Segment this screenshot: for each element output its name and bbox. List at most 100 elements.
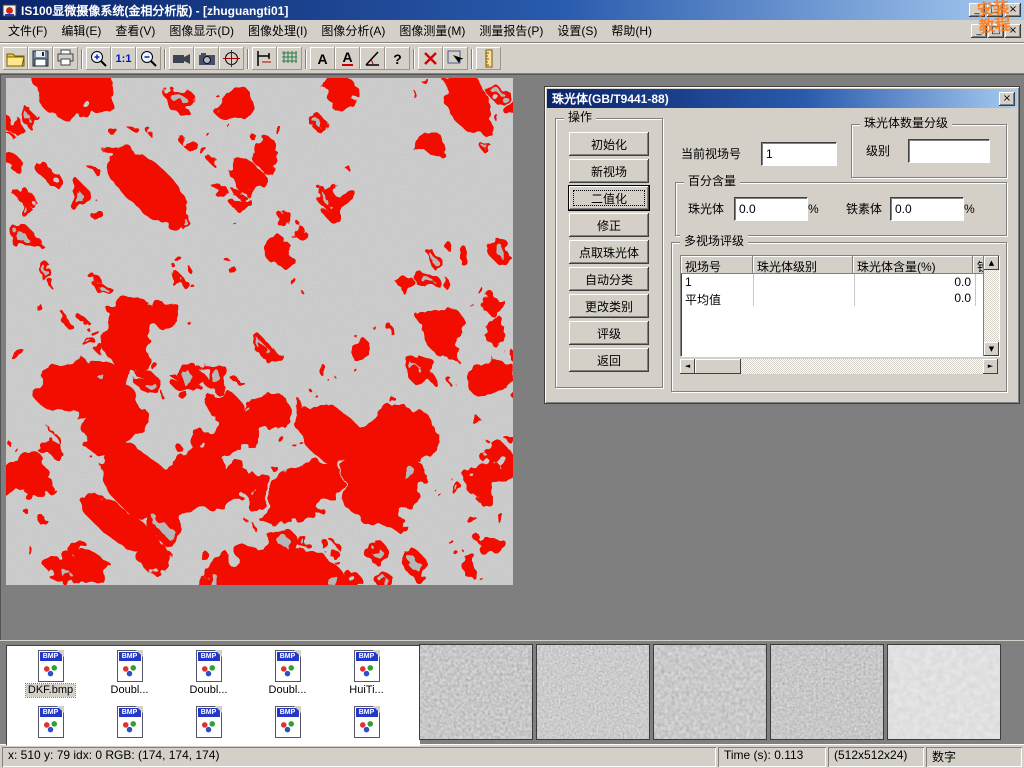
file-item[interactable]: BMPDoubl... bbox=[90, 650, 169, 697]
pointer-grid-button[interactable] bbox=[443, 47, 468, 70]
text-style-button[interactable]: A bbox=[335, 47, 360, 70]
help-icon: ? bbox=[393, 51, 402, 67]
menu-measure-report[interactable]: 测量报告(P) bbox=[472, 20, 550, 42]
mdi-restore-button[interactable]: □ bbox=[988, 24, 1004, 38]
table-header-4[interactable]: 铁素体含量(%) bbox=[973, 256, 983, 274]
op-button-4[interactable]: 修正 bbox=[569, 213, 649, 237]
delete-annotation-button[interactable] bbox=[418, 47, 443, 70]
menu-bar: 文件(F)编辑(E)查看(V)图像显示(D)图像处理(I)图像分析(A)图像测量… bbox=[0, 20, 1024, 43]
status-mode: 数字 bbox=[926, 747, 1022, 767]
camera-button[interactable] bbox=[194, 47, 219, 70]
save-button[interactable] bbox=[28, 47, 53, 70]
scroll-down-button[interactable]: ▼ bbox=[984, 342, 999, 356]
file-label: DKF.bmp bbox=[26, 684, 75, 697]
scroll-up-button[interactable]: ▲ bbox=[984, 256, 999, 270]
file-label: HuiTi... bbox=[347, 684, 385, 697]
op-button-1[interactable]: 初始化 bbox=[569, 132, 649, 156]
maximize-button[interactable]: □ bbox=[987, 3, 1003, 17]
file-item-partial[interactable]: BMP bbox=[327, 706, 406, 738]
minimize-button[interactable]: _ bbox=[969, 3, 985, 17]
open-button[interactable] bbox=[3, 47, 28, 70]
bmp-file-icon: BMP bbox=[38, 650, 64, 682]
bmp-file-icon: BMP bbox=[275, 706, 301, 738]
scrollbar-thumb[interactable] bbox=[695, 359, 741, 374]
table-vertical-scrollbar[interactable]: ▲ ▼ bbox=[983, 256, 999, 356]
image-preview-dots bbox=[42, 720, 59, 733]
scroll-right-button[interactable]: ► bbox=[983, 359, 998, 374]
mdi-minimize-button[interactable]: _ bbox=[971, 24, 987, 38]
file-item-partial[interactable]: BMP bbox=[11, 706, 90, 738]
ferrite-percent-field[interactable] bbox=[890, 197, 964, 221]
actual-size-button[interactable]: 1:1 bbox=[111, 47, 136, 70]
dialog-close-button[interactable]: × bbox=[999, 92, 1015, 106]
angle-measure-button[interactable] bbox=[360, 47, 385, 70]
table-header-2[interactable]: 珠光体级别 bbox=[753, 256, 853, 274]
toolbar-separator bbox=[81, 49, 83, 69]
menu-view[interactable]: 查看(V) bbox=[108, 20, 162, 42]
file-list[interactable]: BMPDKF.bmpBMPDoubl...BMPDoubl...BMPDoubl… bbox=[6, 645, 420, 746]
bmp-file-icon: BMP bbox=[196, 706, 222, 738]
image-thumbnail[interactable] bbox=[420, 645, 532, 739]
print-button[interactable] bbox=[53, 47, 78, 70]
mdi-close-button[interactable]: × bbox=[1005, 24, 1021, 38]
pointer-icon bbox=[445, 48, 466, 69]
measure-grid-button[interactable] bbox=[277, 47, 302, 70]
thumbnail-strip bbox=[420, 645, 1000, 739]
image-thumbnail[interactable] bbox=[537, 645, 649, 739]
close-button[interactable]: × bbox=[1005, 3, 1021, 17]
image-thumbnail[interactable] bbox=[654, 645, 766, 739]
op-button-7[interactable]: 更改类别 bbox=[569, 294, 649, 318]
op-button-3[interactable]: 二值化 bbox=[569, 186, 649, 210]
menu-image-process[interactable]: 图像处理(I) bbox=[241, 20, 314, 42]
menu-file[interactable]: 文件(F) bbox=[1, 20, 54, 42]
text-annotate-button[interactable]: A bbox=[310, 47, 335, 70]
image-thumbnail[interactable] bbox=[888, 645, 1000, 739]
dialog-title-bar[interactable]: 珠光体(GB/T9441-88) × bbox=[547, 89, 1017, 108]
file-item-partial[interactable]: BMP bbox=[90, 706, 169, 738]
table-header-3[interactable]: 珠光体含量(%) bbox=[853, 256, 973, 274]
file-item[interactable]: BMPHuiTi... bbox=[327, 650, 406, 697]
op-button-6[interactable]: 自动分类 bbox=[569, 267, 649, 291]
op-button-9[interactable]: 返回 bbox=[569, 348, 649, 372]
measure-caliper-button[interactable] bbox=[252, 47, 277, 70]
status-image-size: (512x512x24) bbox=[828, 747, 924, 767]
file-item-partial[interactable]: BMP bbox=[248, 706, 327, 738]
video-capture-button[interactable] bbox=[169, 47, 194, 70]
page-fold bbox=[215, 650, 222, 657]
scrollbar-track[interactable] bbox=[741, 359, 983, 374]
op-button-2[interactable]: 新视场 bbox=[569, 159, 649, 183]
help-button[interactable]: ? bbox=[385, 47, 410, 70]
file-item[interactable]: BMPDoubl... bbox=[169, 650, 248, 697]
table-header-1[interactable]: 视场号 bbox=[681, 256, 753, 274]
scroll-left-button[interactable]: ◄ bbox=[680, 359, 695, 374]
menu-image-display[interactable]: 图像显示(D) bbox=[162, 20, 241, 42]
toolbar: 1:1 AA? bbox=[0, 43, 1024, 74]
menu-image-measure[interactable]: 图像测量(M) bbox=[392, 20, 472, 42]
menu-help[interactable]: 帮助(H) bbox=[604, 20, 659, 42]
file-item[interactable]: BMPDoubl... bbox=[248, 650, 327, 697]
menu-edit[interactable]: 编辑(E) bbox=[54, 20, 108, 42]
grade-level-field[interactable] bbox=[908, 139, 990, 163]
table-cell bbox=[754, 274, 855, 290]
camera-icon bbox=[196, 48, 217, 69]
op-button-5[interactable]: 点取珠光体 bbox=[569, 240, 649, 264]
zoom-out-button[interactable] bbox=[136, 47, 161, 70]
table-row[interactable]: 平均值0.0 bbox=[681, 290, 983, 306]
current-view-field[interactable] bbox=[761, 142, 837, 166]
printer-icon bbox=[55, 48, 76, 69]
image-thumbnail[interactable] bbox=[771, 645, 883, 739]
table-horizontal-scrollbar[interactable]: ◄ ► bbox=[680, 359, 998, 374]
metallograph-image[interactable] bbox=[6, 78, 513, 585]
file-list-row2: BMPBMPBMPBMPBMP bbox=[11, 706, 419, 738]
pearlite-percent-field[interactable] bbox=[734, 197, 808, 221]
file-item[interactable]: BMP DKF.bmp bbox=[11, 650, 90, 697]
op-button-8[interactable]: 评级 bbox=[569, 321, 649, 345]
table-row[interactable]: 10.0 bbox=[681, 274, 983, 290]
menu-image-analysis[interactable]: 图像分析(A) bbox=[314, 20, 392, 42]
menu-settings[interactable]: 设置(S) bbox=[550, 20, 604, 42]
capture-target-button[interactable] bbox=[219, 47, 244, 70]
file-item-partial[interactable]: BMP bbox=[169, 706, 248, 738]
zoom-in-button[interactable] bbox=[86, 47, 111, 70]
operations-group: 操作 初始化新视场二值化修正点取珠光体自动分类更改类别评级返回 bbox=[555, 118, 663, 388]
vertical-ruler-button[interactable] bbox=[476, 47, 501, 70]
